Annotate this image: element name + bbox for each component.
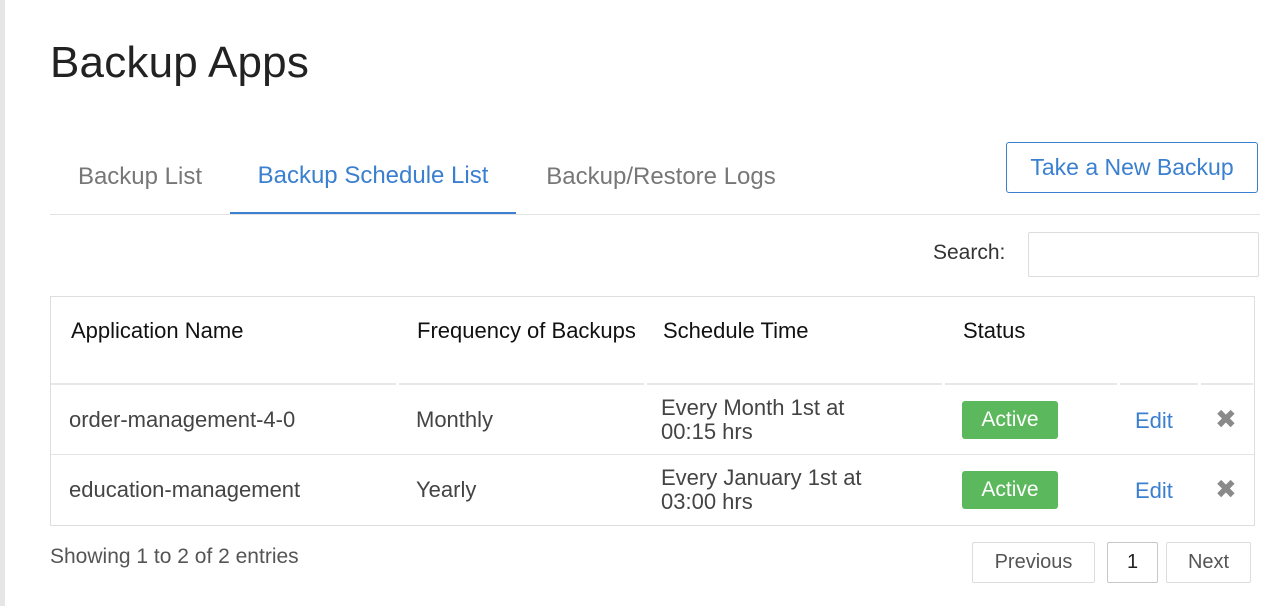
- application-name-cell: education-management: [69, 477, 301, 502]
- take-new-backup-button[interactable]: Take a New Backup: [1006, 142, 1258, 193]
- tab-backup-list[interactable]: Backup List: [50, 140, 230, 213]
- column-header-application-name[interactable]: Application Name: [71, 319, 243, 343]
- edit-link[interactable]: Edit: [1135, 478, 1173, 504]
- frequency-cell: Monthly: [416, 407, 494, 432]
- previous-page-button[interactable]: Previous: [972, 542, 1095, 583]
- frequency-cell: Yearly: [416, 477, 477, 502]
- table-row: order-management-4-0 Monthly Every Month…: [51, 385, 1254, 455]
- column-header-frequency[interactable]: Frequency of Backups: [417, 319, 637, 343]
- page-1-button[interactable]: 1: [1107, 542, 1158, 583]
- edit-link[interactable]: Edit: [1135, 408, 1173, 434]
- schedule-time-cell: Every Month 1st at 00:15 hrs: [661, 395, 845, 444]
- status-badge: Active: [962, 471, 1058, 509]
- status-badge: Active: [962, 401, 1058, 439]
- left-border: [0, 0, 5, 606]
- schedule-table: Application Name Frequency of Backups Sc…: [50, 296, 1255, 526]
- tab-backup-schedule-list[interactable]: Backup Schedule List: [230, 140, 516, 214]
- tab-backup-restore-logs[interactable]: Backup/Restore Logs: [516, 140, 806, 213]
- page-title: Backup Apps: [50, 38, 310, 87]
- application-name-cell: order-management-4-0: [69, 407, 296, 432]
- delete-icon[interactable]: ✖: [1215, 475, 1237, 503]
- search-label: Search:: [933, 241, 1006, 264]
- column-header-status[interactable]: Status: [963, 319, 1025, 343]
- table-row: education-management Yearly Every Januar…: [51, 455, 1254, 525]
- search-input[interactable]: [1028, 232, 1259, 277]
- entries-info: Showing 1 to 2 of 2 entries: [50, 545, 299, 568]
- schedule-time-cell: Every January 1st at 03:00 hrs: [661, 465, 862, 514]
- delete-icon[interactable]: ✖: [1215, 405, 1237, 433]
- column-header-schedule-time[interactable]: Schedule Time: [663, 319, 809, 343]
- next-page-button[interactable]: Next: [1166, 542, 1251, 583]
